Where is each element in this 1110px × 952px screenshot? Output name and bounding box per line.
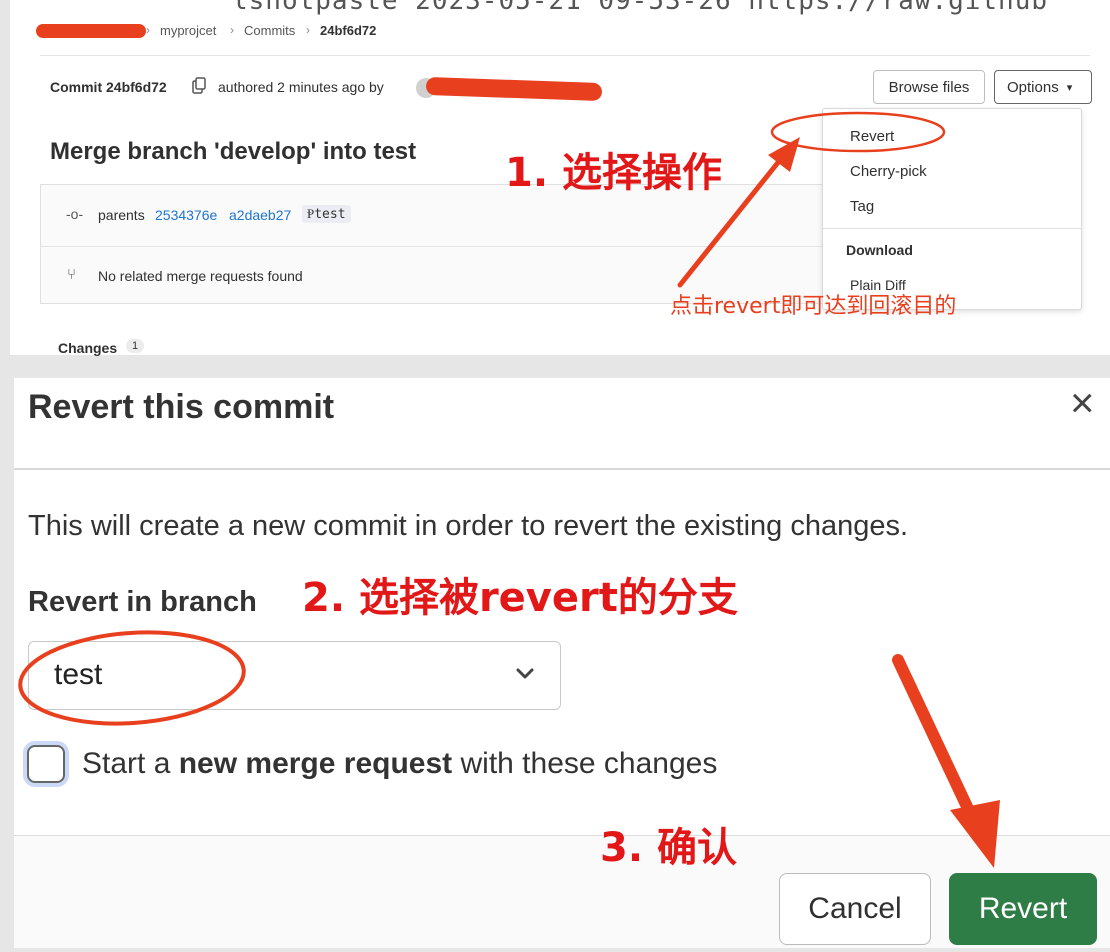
redacted-breadcrumb [36, 24, 146, 38]
breadcrumb-commits[interactable]: Commits [244, 23, 295, 38]
step3-annotation: 3. 确认 [600, 825, 737, 871]
page-title: Merge branch 'develop' into test [50, 138, 417, 165]
info-divider [40, 246, 830, 247]
changes-count-badge: 1 [126, 339, 145, 353]
branch-tag[interactable]: Ᵽtest [302, 205, 351, 223]
no-merge-requests-text: No related merge requests found [98, 268, 303, 284]
parents-label: parents [98, 207, 145, 223]
branch-select-value: test [54, 658, 103, 691]
parent-sha-link[interactable]: 2534376e [155, 207, 217, 223]
modal-footer [14, 835, 1110, 948]
branch-label: Revert in branch [28, 586, 257, 618]
breadcrumb-separator: › [306, 23, 310, 37]
authored-text: authored 2 minutes ago by [218, 79, 384, 95]
chevron-down-icon: ▾ [1066, 81, 1073, 94]
changes-tab[interactable]: Changes [58, 340, 117, 356]
step2-bold: revert [478, 575, 618, 621]
cancel-button[interactable]: Cancel [779, 873, 931, 945]
step2-suffix: 的分支 [617, 575, 738, 621]
revert-button[interactable]: Revert [949, 873, 1097, 945]
breadcrumb-separator: › [230, 23, 234, 37]
step2-prefix: 2. 选择被 [302, 575, 479, 621]
branch-select[interactable] [28, 641, 561, 710]
header-divider [40, 55, 1090, 56]
download-section-label: Download [846, 242, 913, 258]
breadcrumb-commit-sha[interactable]: 24bf6d72 [320, 23, 376, 38]
breadcrumb-project[interactable]: myprojcet [160, 23, 216, 38]
commit-icon: -o- [66, 206, 84, 222]
step2-annotation: 2. 选择被revert的分支 [302, 565, 738, 623]
checkbox-text-post: with these changes [460, 747, 718, 780]
step1-annotation: 1. 选择操作 [505, 150, 722, 196]
checkbox-text-pre: Start a [82, 747, 171, 780]
dropdown-divider [822, 228, 1082, 229]
browse-files-button[interactable]: Browse files [873, 70, 985, 104]
menu-item-revert[interactable]: Revert [850, 128, 894, 145]
background-url-text: lshotpaste 2023-05-21 09-53-26 https://r… [232, 0, 1049, 16]
modal-title: Revert this commit [28, 388, 335, 426]
options-label: Options [1007, 78, 1059, 96]
breadcrumb-separator: › [146, 23, 150, 37]
branch-tag-label: test [314, 207, 346, 222]
checkbox-label[interactable]: Start a new merge request with these cha… [82, 747, 717, 781]
parent-sha-link[interactable]: a2daeb27 [229, 207, 291, 223]
new-mr-checkbox[interactable] [27, 745, 65, 783]
menu-item-tag[interactable]: Tag [850, 198, 874, 215]
merge-request-icon: ⑂ [67, 266, 77, 283]
menu-item-cherry-pick[interactable]: Cherry-pick [850, 163, 927, 180]
options-button[interactable]: Options ▾ [994, 70, 1092, 104]
commit-label: Commit 24bf6d72 [50, 79, 167, 95]
modal-description: This will create a new commit in order t… [28, 510, 909, 542]
step1-note: 点击revert即可达到回滚目的 [670, 294, 957, 319]
close-icon[interactable]: × [1070, 382, 1095, 424]
copy-icon[interactable] [192, 77, 206, 95]
chevron-down-icon [512, 660, 538, 686]
commit-info-box [40, 184, 830, 304]
checkbox-text-bold: new merge request [178, 747, 453, 780]
modal-header-divider [14, 468, 1110, 470]
